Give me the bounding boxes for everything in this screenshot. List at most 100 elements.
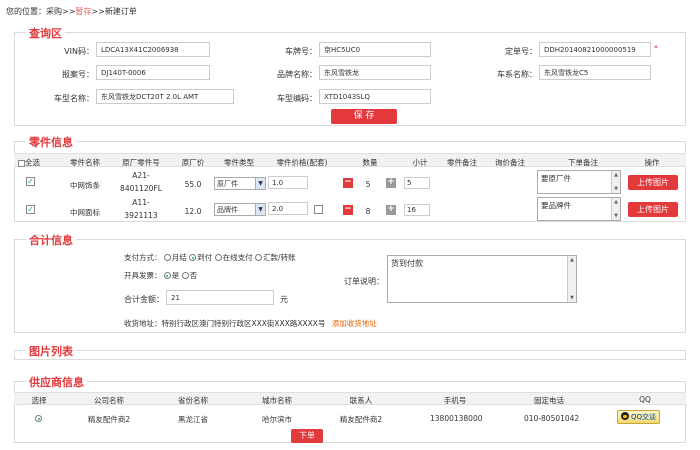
- price-ratio-field[interactable]: 1.0: [268, 176, 308, 189]
- payment-option-label: 汇款/转账: [263, 253, 296, 262]
- scroll-down-icon[interactable]: ▼: [612, 185, 620, 193]
- oem-number-line2: 3921113: [124, 211, 158, 220]
- report-number-field[interactable]: DJ140T-0006: [96, 65, 210, 80]
- oem-price: 55.0: [184, 180, 202, 189]
- address-value: 特别行政区澳门特别行政区XXX街XXX路XXXX号: [161, 319, 326, 328]
- report-number-label: 报案号：: [62, 70, 94, 79]
- header-oem-price: 原厂价: [181, 158, 205, 167]
- header-part-remark: 零件备注: [447, 158, 477, 167]
- brand-field[interactable]: 东风雪铁龙: [319, 65, 431, 80]
- subtotal-field[interactable]: 16: [404, 204, 430, 216]
- header-subtotal: 小计: [412, 158, 428, 167]
- header-city: 城市名称: [262, 396, 292, 405]
- price-ratio-field[interactable]: 2.0: [268, 202, 308, 215]
- part-type-value: 原厂件: [217, 180, 238, 188]
- header-qq: QQ: [639, 395, 651, 404]
- subtotal-field[interactable]: 5: [404, 177, 430, 189]
- scrollbar[interactable]: ▲ ▼: [567, 256, 576, 302]
- oem-price: 12.0: [184, 207, 202, 216]
- row-checkbox[interactable]: ✓: [26, 177, 35, 186]
- row-checkbox[interactable]: ✓: [26, 205, 35, 214]
- header-mobile: 手机号: [443, 396, 467, 405]
- model-code-field[interactable]: XTD1043SLQ: [319, 89, 431, 104]
- brand-label: 品牌名称：: [277, 70, 317, 79]
- increase-quantity-button[interactable]: +: [386, 178, 396, 188]
- header-select: 选择: [31, 396, 47, 405]
- oem-number-line1: A21-: [132, 171, 150, 180]
- qq-chat-label: QQ交谈: [631, 413, 657, 421]
- part-type-select[interactable]: 原厂件 ▼: [214, 177, 266, 190]
- add-address-link[interactable]: 添加收货地址: [332, 319, 377, 328]
- parts-section-title: 零件信息: [26, 134, 76, 150]
- save-button[interactable]: 保 存: [331, 109, 397, 124]
- supplier-phone: 010-80501042: [524, 414, 580, 423]
- breadcrumb-new-order: >>新建订单: [91, 7, 137, 16]
- total-field[interactable]: 21: [166, 290, 274, 305]
- model-label: 车型名称：: [54, 94, 94, 103]
- scroll-up-icon[interactable]: ▲: [612, 171, 620, 179]
- image-list-title: 图片列表: [26, 343, 76, 359]
- order-number-label: 定单号：: [505, 47, 537, 56]
- decrease-quantity-button[interactable]: −: [343, 178, 353, 188]
- invoice-yes-label: 是: [171, 271, 180, 280]
- header-action: 操作: [644, 158, 660, 167]
- submit-order-button[interactable]: 下单: [291, 429, 323, 443]
- chevron-down-icon[interactable]: ▼: [255, 178, 265, 189]
- quantity-value[interactable]: 8: [360, 207, 376, 216]
- chevron-down-icon[interactable]: ▼: [255, 204, 265, 215]
- radio-transfer[interactable]: [255, 254, 263, 261]
- scroll-up-icon[interactable]: ▲: [568, 256, 576, 264]
- radio-invoice-yes[interactable]: [163, 272, 171, 279]
- select-all-label: 全选: [25, 158, 40, 167]
- scroll-down-icon[interactable]: ▼: [568, 294, 576, 302]
- header-oem-number: 原厂零件号: [122, 158, 160, 167]
- radio-cod[interactable]: [189, 254, 197, 261]
- breadcrumb-draft[interactable]: 暂存: [75, 7, 91, 16]
- upload-image-button[interactable]: 上传图片: [628, 202, 678, 217]
- radio-monthly[interactable]: [163, 254, 171, 261]
- vin-field[interactable]: LDCA13X41C2006938: [96, 42, 210, 57]
- scroll-down-icon[interactable]: ▼: [612, 212, 620, 220]
- series-field[interactable]: 东风雪铁龙C5: [539, 65, 651, 80]
- order-note-textarea[interactable]: 货到付款 ▲ ▼: [387, 255, 577, 303]
- supplier-select[interactable]: [35, 414, 43, 423]
- header-company: 公司名称: [94, 396, 124, 405]
- header-quote-remark: 询价备注: [495, 158, 525, 167]
- scroll-up-icon[interactable]: ▲: [612, 198, 620, 206]
- increase-quantity-button[interactable]: +: [386, 205, 396, 215]
- order-number-field[interactable]: DDH20140821000000519: [539, 42, 651, 57]
- qq-chat-button[interactable]: QQ交谈: [617, 410, 661, 424]
- header-part-price: 零件价格(配套): [276, 158, 328, 167]
- order-remark-textarea[interactable]: 要原厂件 ▲ ▼: [537, 170, 621, 194]
- required-mark: *: [654, 44, 658, 53]
- payment-option-label: 到付: [197, 253, 213, 262]
- model-code-label: 车型编码：: [277, 94, 317, 103]
- scrollbar[interactable]: ▲ ▼: [611, 171, 620, 193]
- supplier-province: 黑龙江省: [178, 415, 208, 424]
- select-all-header[interactable]: 全选: [14, 157, 44, 168]
- breadcrumb: 您的位置：采购>>暂存>>新建订单: [6, 6, 137, 17]
- radio-online[interactable]: [214, 254, 222, 261]
- supplier-radio[interactable]: [35, 415, 42, 422]
- upload-image-button[interactable]: 上传图片: [628, 175, 678, 190]
- breadcrumb-purchase[interactable]: 采购>>: [46, 7, 75, 16]
- order-note-text: 货到付款: [391, 259, 423, 268]
- supplier-city: 哈尔滨市: [262, 415, 292, 424]
- header-order-remark: 下单备注: [568, 158, 598, 167]
- decrease-quantity-button[interactable]: −: [343, 205, 353, 215]
- payment-option-label: 在线支付: [222, 253, 253, 262]
- header-part-type: 零件类型: [224, 158, 254, 167]
- quantity-value[interactable]: 5: [360, 180, 376, 189]
- order-note-label: 订单说明：: [344, 277, 384, 286]
- scrollbar[interactable]: ▲ ▼: [611, 198, 620, 220]
- plate-field[interactable]: 京HC5UC0: [319, 42, 431, 57]
- part-type-select[interactable]: 品牌件 ▼: [214, 203, 266, 216]
- shipping-address-row: 收货地址：特别行政区澳门特别行政区XXX街XXX路XXXX号 添加收货地址: [124, 318, 377, 329]
- radio-invoice-no[interactable]: [181, 272, 189, 279]
- matching-checkbox[interactable]: [314, 205, 323, 214]
- model-field[interactable]: 东风雪铁龙DCT20T 2.0L AMT: [96, 89, 234, 104]
- select-all-checkbox[interactable]: [18, 160, 25, 167]
- order-remark-textarea[interactable]: 要品牌件 ▲ ▼: [537, 197, 621, 221]
- plate-label: 车牌号：: [285, 47, 317, 56]
- header-phone: 固定电话: [534, 396, 564, 405]
